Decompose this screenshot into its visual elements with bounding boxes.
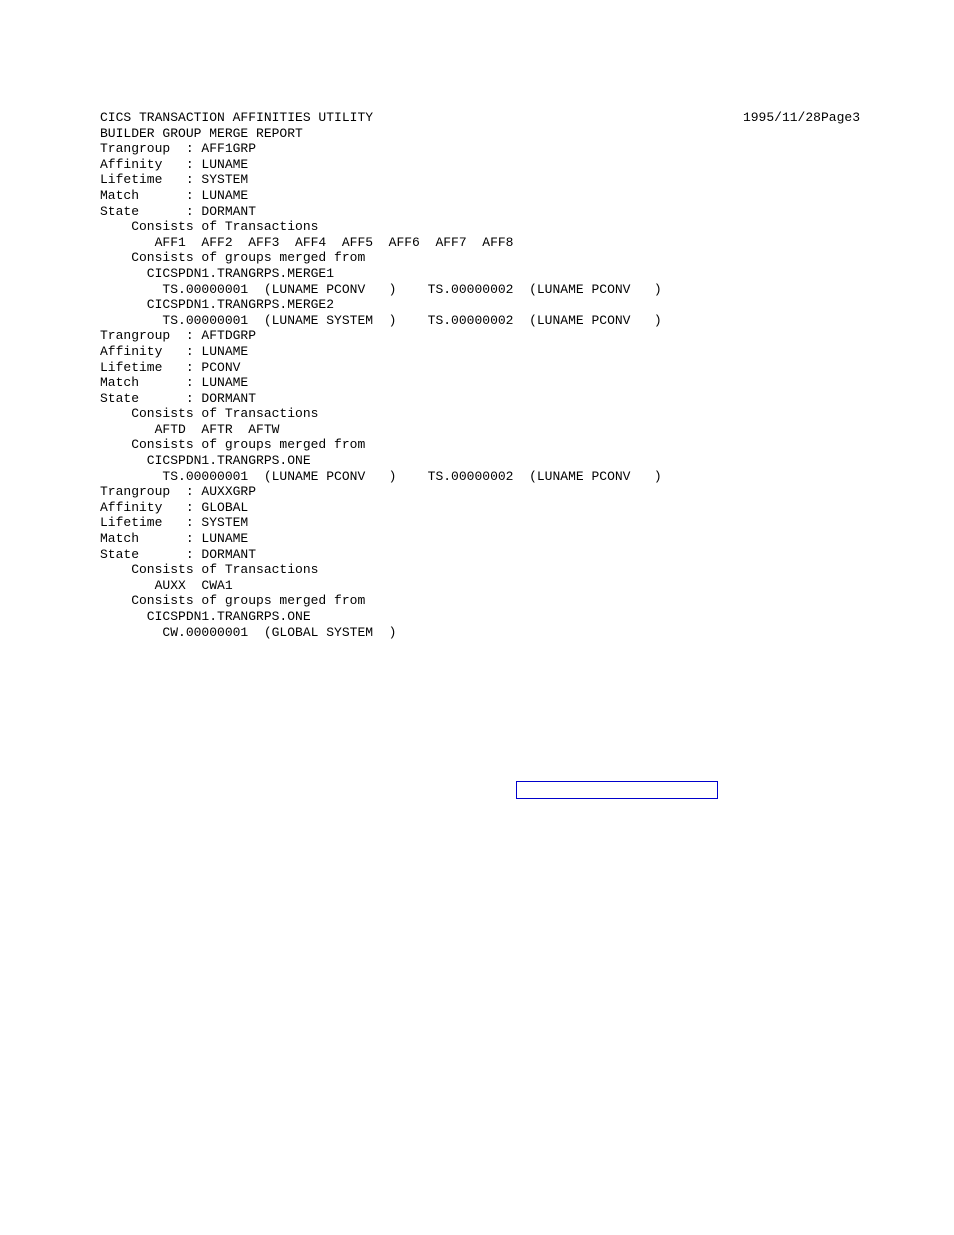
blue-annotation-box [516, 781, 718, 799]
page-number: 3 [852, 110, 860, 126]
page-label: Page [821, 110, 852, 126]
header-row: CICS TRANSACTION AFFINITIES UTILITY1995/… [100, 110, 860, 126]
report-title: CICS TRANSACTION AFFINITIES UTILITY [100, 110, 743, 126]
report-body: Trangroup : AFF1GRP Affinity : LUNAME Li… [100, 141, 954, 640]
report-date: 1995/11/28 [743, 110, 821, 126]
report-page: CICS TRANSACTION AFFINITIES UTILITY1995/… [0, 0, 954, 640]
report-subtitle: BUILDER GROUP MERGE REPORT [100, 126, 954, 142]
